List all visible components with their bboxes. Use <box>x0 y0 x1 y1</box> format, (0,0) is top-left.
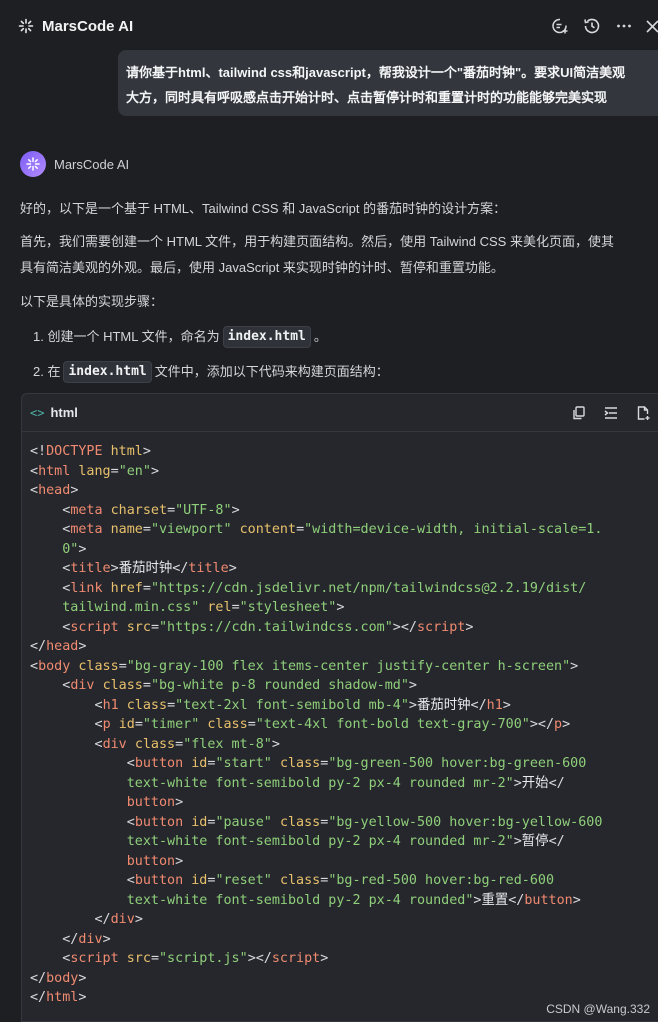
panel-header: MarsCode AI <box>0 0 658 52</box>
assistant-header: MarsCode AI <box>20 151 129 177</box>
copy-icon[interactable] <box>568 402 590 424</box>
assistant-name: MarsCode AI <box>54 156 130 172</box>
code-block: <> html <!DOCTYPE html> <html lang="en">… <box>21 393 658 1022</box>
list-item-step-2: 2. 在 index.html 文件中，添加以下代码来构建页面结构： <box>33 361 389 383</box>
assistant-intro: 好的，以下是一个基于 HTML、Tailwind CSS 和 JavaScrip… <box>20 201 507 216</box>
code-actions <box>558 402 654 424</box>
step1-suffix: 。 <box>313 329 327 344</box>
inline-code-filename: index.html <box>222 326 311 348</box>
user-message-line-1: 请你基于html、tailwind css和javascript，帮我设计一个"… <box>126 65 626 80</box>
watermark: CSDN @Wang.332 <box>546 1002 650 1016</box>
assistant-paragraph: 首先，我们需要创建一个 HTML 文件，用于构建页面结构。然后，使用 Tailw… <box>20 229 658 281</box>
insert-icon[interactable] <box>600 402 622 424</box>
step1-text: 1. 创建一个 HTML 文件，命名为 <box>33 329 220 344</box>
user-message-line-2: 大方，同时具有呼吸感点击开始计时、点击暂停计时和重置计时的功能能够完美实现 <box>126 90 608 105</box>
step2-suffix: 文件中，添加以下代码来构建页面结构： <box>154 364 389 379</box>
more-icon[interactable] <box>612 14 636 38</box>
app-title: MarsCode AI <box>42 17 134 35</box>
paragraph-line-1: 首先，我们需要创建一个 HTML 文件，用于构建页面结构。然后，使用 Tailw… <box>20 234 614 249</box>
code-language-label: html <box>50 405 78 420</box>
steps-intro: 以下是具体的实现步骤： <box>20 294 164 309</box>
apply-file-icon[interactable] <box>632 402 654 424</box>
paragraph-line-2: 具有简洁美观的外观。最后，使用 JavaScript 来实现时钟的计时、暂停和重… <box>20 260 504 275</box>
user-message-bubble: 请你基于html、tailwind css和javascript，帮我设计一个"… <box>118 50 658 116</box>
history-icon[interactable] <box>580 14 604 38</box>
sparkle-logo-icon <box>16 16 36 36</box>
assistant-avatar <box>20 151 46 177</box>
code-language-icon: <> <box>30 405 45 420</box>
code-block-header: <> html <box>22 394 658 432</box>
inline-code-filename: index.html <box>63 361 152 383</box>
step2-text: 2. 在 <box>33 364 61 379</box>
new-chat-icon[interactable] <box>548 14 572 38</box>
close-icon[interactable] <box>644 14 658 38</box>
list-item-step-1: 1. 创建一个 HTML 文件，命名为 index.html 。 <box>33 326 327 348</box>
code-content: <!DOCTYPE html> <html lang="en"> <head> … <box>30 444 603 1005</box>
header-actions <box>540 14 658 38</box>
